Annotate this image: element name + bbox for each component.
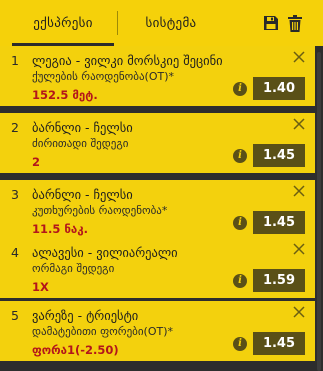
bet-number: 1 [11, 53, 19, 68]
bet-number: 4 [11, 245, 19, 260]
tab-accumulator[interactable]: ექსპრესი [12, 0, 114, 46]
bet-number: 3 [11, 187, 19, 202]
bet-teams: ვარეზე - ტრიესტი [32, 308, 139, 323]
info-icon[interactable]: i [233, 274, 247, 288]
odds-button[interactable]: 1.45 [253, 332, 305, 355]
bet-market: ქულების რაოდენობა(OT)* [32, 70, 175, 83]
info-icon[interactable]: i [233, 216, 247, 230]
bet-selection: 2 [32, 155, 41, 169]
close-icon[interactable] [292, 117, 306, 131]
betslip-header: ექსპრესი სისტემა [0, 0, 323, 46]
bet-selection: 11.5 ნაკ. [32, 222, 89, 236]
close-icon[interactable] [292, 50, 306, 64]
bet-card[interactable]: 3 ბარნლი - ჩელსი კუთხურების რაოდენობა* 1… [0, 180, 315, 240]
info-icon[interactable]: i [233, 149, 247, 163]
info-icon[interactable]: i [233, 337, 247, 351]
bet-card[interactable]: 4 ალავესი - ვილიარეალი ორმაგი შედეგი 1X … [0, 238, 315, 298]
bet-teams: ბარნლი - ჩელსი [32, 187, 133, 202]
scrollbar-thumb[interactable] [317, 52, 321, 371]
odds-button[interactable]: 1.40 [253, 77, 305, 100]
odds-button[interactable]: 1.59 [253, 269, 305, 292]
bet-selection: ფორა1(-2.50) [32, 343, 119, 357]
bet-market: ძირითადი შედეგი [32, 137, 129, 150]
save-icon[interactable] [263, 15, 279, 31]
bet-teams: ალავესი - ვილიარეალი [32, 245, 178, 260]
info-icon[interactable]: i [233, 82, 247, 96]
odds-button[interactable]: 1.45 [253, 144, 305, 167]
bet-market: კუთხურების რაოდენობა* [32, 204, 168, 217]
bet-list: 1 ლეგია - ვილკი მორსკიე შეცინი ქულების რ… [0, 46, 315, 371]
close-icon[interactable] [292, 242, 306, 256]
bet-teams: ბარნლი - ჩელსი [32, 120, 133, 135]
bet-selection: 152.5 მეტ. [32, 88, 98, 102]
bet-card[interactable]: 2 ბარნლი - ჩელსი ძირითადი შედეგი 2 i 1.4… [0, 113, 315, 173]
bet-teams: ლეგია - ვილკი მორსკიე შეცინი [32, 53, 223, 68]
odds-button[interactable]: 1.45 [253, 211, 305, 234]
betslip-panel: ექსპრესი სისტემა 1 ლეგია - ვილკი მორსკიე… [0, 0, 323, 371]
bet-number: 5 [11, 308, 19, 323]
bet-selection: 1X [32, 280, 49, 294]
close-icon[interactable] [292, 184, 306, 198]
bet-market: დამატებითი ფორები(OT)* [32, 325, 173, 338]
bet-number: 2 [11, 120, 19, 135]
bet-card[interactable]: 5 ვარეზე - ტრიესტი დამატებითი ფორები(OT)… [0, 301, 315, 361]
close-icon[interactable] [292, 305, 306, 319]
tab-divider [117, 11, 118, 35]
bet-card[interactable]: 1 ლეგია - ვილკი მორსკიე შეცინი ქულების რ… [0, 46, 315, 106]
bet-market: ორმაგი შედეგი [32, 262, 115, 275]
trash-icon[interactable] [288, 15, 302, 32]
tab-system[interactable]: სისტემა [124, 0, 218, 46]
